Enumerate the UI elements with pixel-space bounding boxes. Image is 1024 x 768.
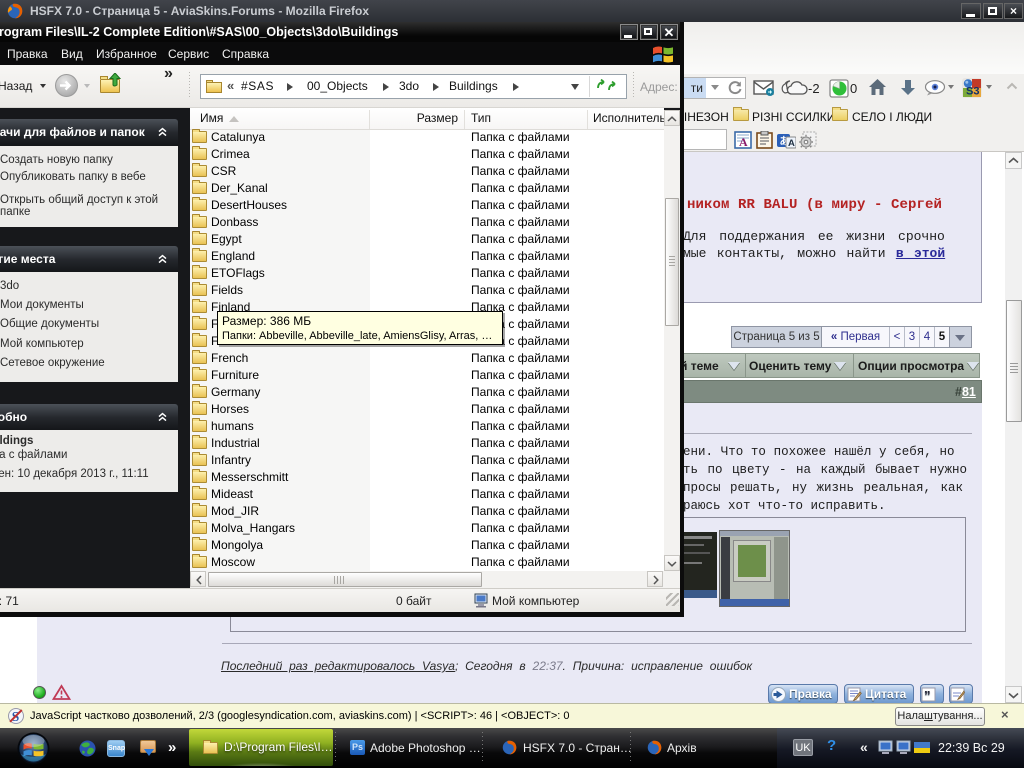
svg-text:S3: S3 bbox=[966, 86, 979, 98]
svg-text:”: ” bbox=[924, 688, 931, 702]
svg-text:A: A bbox=[739, 135, 748, 149]
svg-text:A: A bbox=[788, 138, 795, 149]
